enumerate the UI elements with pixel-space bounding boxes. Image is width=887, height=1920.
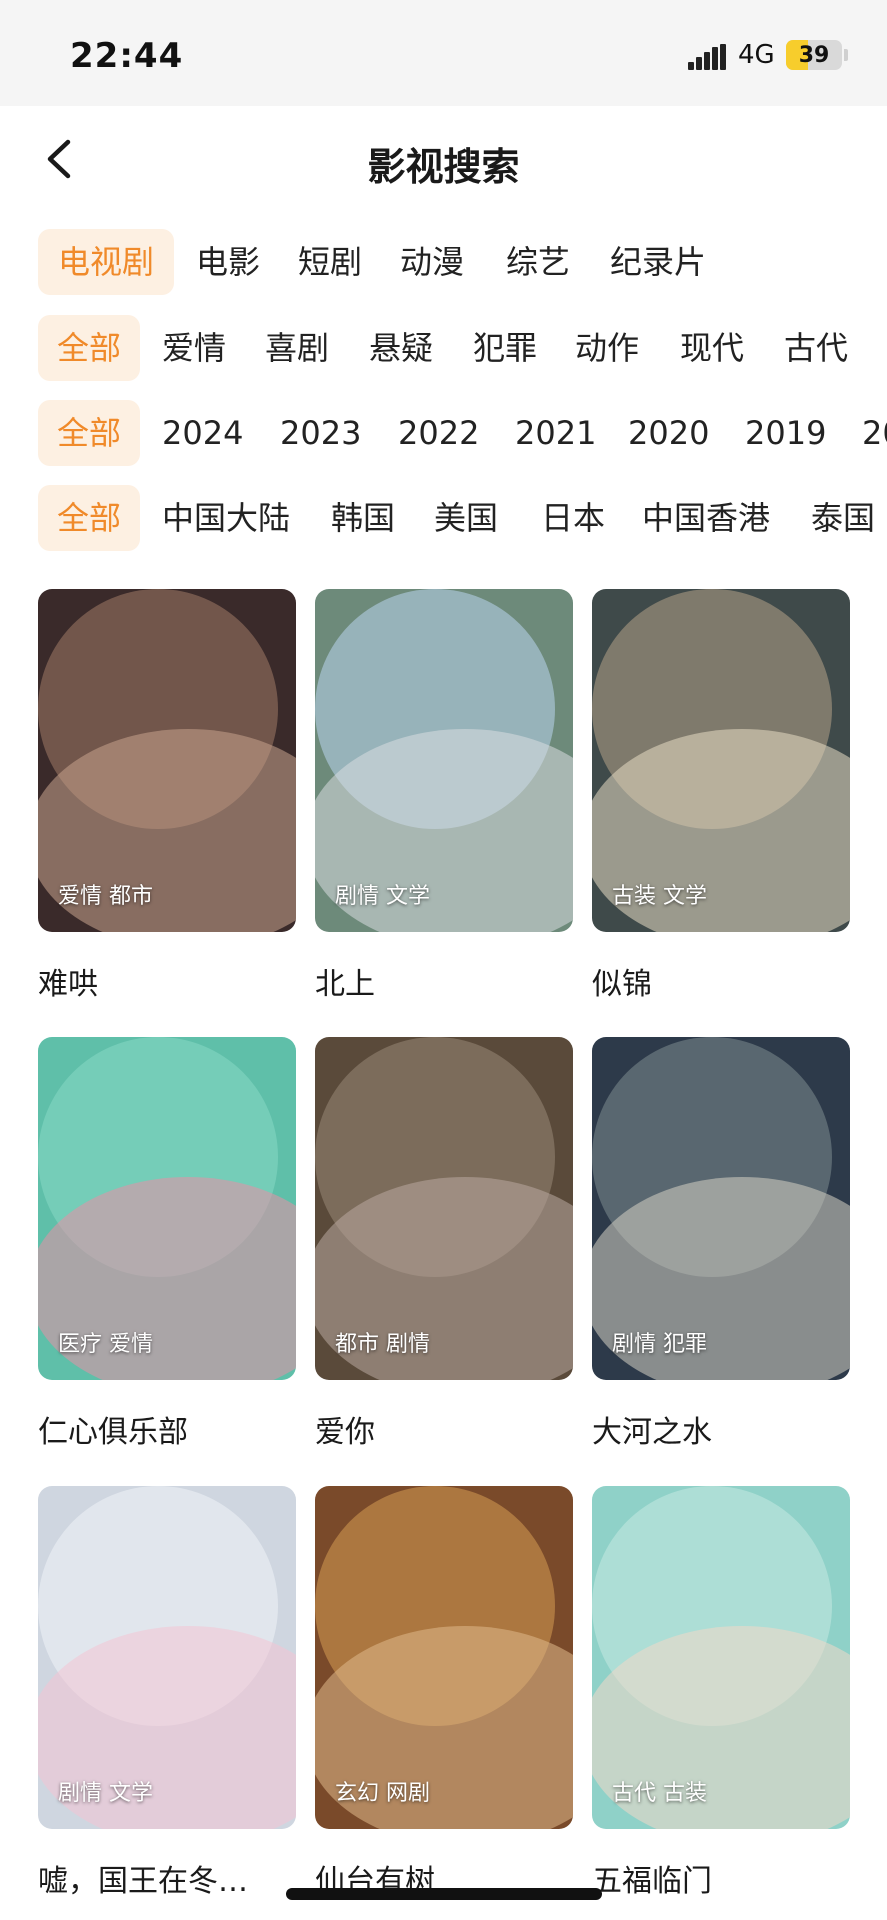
battery-level: 39 xyxy=(798,43,830,68)
chip-genre-romance[interactable]: 爱情 xyxy=(162,315,226,381)
chip-genre-all[interactable]: 全部 xyxy=(38,315,140,381)
chip-type-variety[interactable]: 综艺 xyxy=(506,229,570,295)
poster-image[interactable]: 玄幻 网剧 xyxy=(315,1486,573,1829)
card-title: 大河之水 xyxy=(592,1415,712,1450)
poster-tags: 古代 古装 xyxy=(612,1781,707,1806)
chip-genre-modern[interactable]: 现代 xyxy=(680,315,744,381)
chip-region-hongkong[interactable]: 中国香港 xyxy=(642,485,770,551)
chip-type-short[interactable]: 短剧 xyxy=(298,229,362,295)
card-title: 北上 xyxy=(315,967,375,1002)
poster-image[interactable]: 剧情 文学 xyxy=(315,589,573,932)
chip-type-tv[interactable]: 电视剧 xyxy=(38,229,174,295)
poster-image[interactable]: 剧情 文学 xyxy=(38,1486,296,1829)
poster-image[interactable]: 医疗 爱情 xyxy=(38,1037,296,1380)
filter-region-row: 全部 中国大陆 韩国 美国 日本 中国香港 泰国 xyxy=(38,485,887,551)
poster-tags: 剧情 文学 xyxy=(335,884,430,909)
card-title: 似锦 xyxy=(592,967,652,1002)
chip-region-korea[interactable]: 韩国 xyxy=(331,485,395,551)
chip-year-2022[interactable]: 2022 xyxy=(398,400,479,466)
chip-type-anime[interactable]: 动漫 xyxy=(400,229,464,295)
chip-year-2021[interactable]: 2021 xyxy=(515,400,596,466)
poster-tags: 玄幻 网剧 xyxy=(335,1781,430,1806)
filter-type-row: 电视剧 电影 短剧 动漫 综艺 纪录片 xyxy=(38,229,887,295)
chip-type-documentary[interactable]: 纪录片 xyxy=(610,229,706,295)
status-time: 22:44 xyxy=(70,36,184,76)
poster-image[interactable]: 剧情 犯罪 xyxy=(592,1037,850,1380)
chip-year-2020[interactable]: 2020 xyxy=(628,400,709,466)
status-bar: 22:44 4G 39 xyxy=(0,0,887,106)
chip-region-japan[interactable]: 日本 xyxy=(541,485,605,551)
home-indicator[interactable] xyxy=(286,1888,602,1900)
chip-region-all[interactable]: 全部 xyxy=(38,485,140,551)
poster-image[interactable]: 爱情 都市 xyxy=(38,589,296,932)
chip-year-2024[interactable]: 2024 xyxy=(162,400,243,466)
poster-image[interactable]: 古代 古装 xyxy=(592,1486,850,1829)
chip-year-2019[interactable]: 2019 xyxy=(745,400,826,466)
card-title: 难哄 xyxy=(38,967,98,1002)
battery-icon: 39 xyxy=(786,40,842,70)
chip-genre-comedy[interactable]: 喜剧 xyxy=(265,315,329,381)
poster-image[interactable]: 古装 文学 xyxy=(592,589,850,932)
poster-image[interactable]: 都市 剧情 xyxy=(315,1037,573,1380)
chip-year-2018[interactable]: 2018 xyxy=(862,400,887,466)
poster-tags: 爱情 都市 xyxy=(58,884,153,909)
header: 影视搜索 xyxy=(0,106,887,216)
card-title: 嘘，国王在冬… xyxy=(38,1864,248,1899)
chip-year-all[interactable]: 全部 xyxy=(38,400,140,466)
chip-genre-mystery[interactable]: 悬疑 xyxy=(369,315,433,381)
page-title: 影视搜索 xyxy=(367,145,520,189)
chip-region-mainland[interactable]: 中国大陆 xyxy=(162,485,290,551)
network-type: 4G xyxy=(738,40,775,70)
chip-year-2023[interactable]: 2023 xyxy=(280,400,361,466)
battery-tip xyxy=(844,49,848,61)
poster-tags: 医疗 爱情 xyxy=(58,1332,153,1357)
filter-year-row: 全部 2024 2023 2022 2021 2020 2019 2018 xyxy=(38,400,887,466)
card-title: 仁心俱乐部 xyxy=(38,1415,188,1450)
card-title: 爱你 xyxy=(315,1415,375,1450)
chip-genre-action[interactable]: 动作 xyxy=(575,315,639,381)
poster-tags: 都市 剧情 xyxy=(335,1332,430,1357)
poster-tags: 剧情 犯罪 xyxy=(612,1332,707,1357)
poster-tags: 剧情 文学 xyxy=(58,1781,153,1806)
poster-tags: 古装 文学 xyxy=(612,884,707,909)
filter-genre-row: 全部 爱情 喜剧 悬疑 犯罪 动作 现代 古代 xyxy=(38,315,887,381)
card-title: 五福临门 xyxy=(592,1864,712,1899)
chip-genre-ancient[interactable]: 古代 xyxy=(784,315,848,381)
signal-icon xyxy=(688,44,726,70)
chip-type-movie[interactable]: 电影 xyxy=(196,229,260,295)
chip-genre-crime[interactable]: 犯罪 xyxy=(473,315,537,381)
chip-region-thailand[interactable]: 泰国 xyxy=(811,485,875,551)
chip-region-usa[interactable]: 美国 xyxy=(434,485,498,551)
